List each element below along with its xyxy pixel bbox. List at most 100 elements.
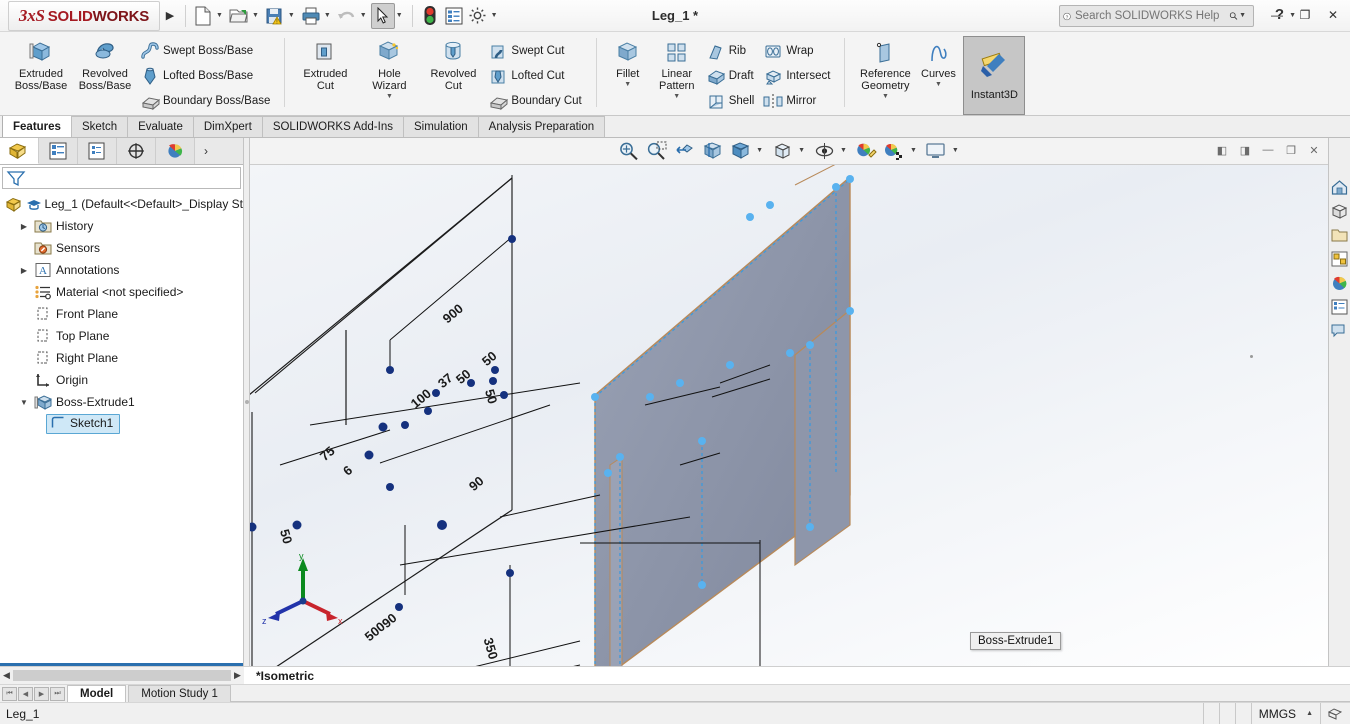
rebuild-button[interactable] — [418, 3, 442, 29]
print-document-button[interactable] — [299, 3, 323, 29]
view-settings-caret[interactable]: ▼ — [951, 138, 963, 164]
solidworks-logo[interactable]: 3xS SOLIDWORKS — [8, 0, 160, 31]
tab-analysis-preparation[interactable]: Analysis Preparation — [477, 116, 606, 137]
save-document-button[interactable]: ! — [263, 3, 287, 29]
fillet-dropdown-caret[interactable]: ▼ — [624, 81, 631, 88]
draft-button[interactable]: Draft — [703, 64, 761, 88]
hole-wizard-button[interactable]: Hole Wizard ▼ — [357, 35, 421, 100]
search-caret[interactable]: ▼ — [1238, 3, 1250, 29]
window-restore-button[interactable]: ❐ — [1292, 4, 1318, 26]
feature-manager-design-tree-tab[interactable] — [0, 138, 39, 164]
print-document-caret[interactable]: ▼ — [323, 3, 335, 29]
tree-item-sketch1[interactable]: Sketch1 — [2, 413, 243, 435]
configuration-manager-tab[interactable] — [78, 138, 117, 164]
revolved-boss-base-button[interactable]: Revolved Boss/Base — [73, 35, 137, 92]
tree-item-sensors[interactable]: Sensors — [2, 237, 243, 259]
solidworks-forum-button[interactable] — [1330, 320, 1350, 342]
study-nav-first[interactable]: ⏮ — [2, 686, 17, 701]
tree-item-front-plane[interactable]: Front Plane — [2, 303, 243, 325]
zoom-to-fit-button[interactable] — [615, 139, 641, 163]
options-caret[interactable]: ▼ — [490, 3, 502, 29]
tab-simulation[interactable]: Simulation — [402, 116, 479, 137]
scroll-right-arrow[interactable]: ▶ — [231, 670, 244, 681]
tree-item-top-plane[interactable]: Top Plane — [2, 325, 243, 347]
tree-item-boss-extrude1[interactable]: ▼ Boss-Extrude1 — [2, 391, 243, 413]
reference-geometry-dropdown-caret[interactable]: ▼ — [882, 93, 889, 100]
viewport-close-button[interactable]: ✕ — [1304, 140, 1324, 160]
display-style-button[interactable] — [769, 139, 795, 163]
tree-expander-history[interactable]: ▶ — [16, 222, 32, 231]
save-document-caret[interactable]: ▼ — [287, 3, 299, 29]
units-caret-icon[interactable]: ▲ — [1306, 710, 1313, 717]
tree-item-material[interactable]: Material <not specified> — [2, 281, 243, 303]
viewport-restore-right-button[interactable]: ◨ — [1235, 140, 1255, 160]
file-explorer-button[interactable] — [1330, 224, 1350, 246]
tab-features[interactable]: Features — [2, 115, 72, 137]
curves-dropdown-caret[interactable]: ▼ — [935, 81, 942, 88]
undo-button[interactable] — [335, 3, 359, 29]
linear-pattern-button[interactable]: Linear Pattern ▼ — [651, 35, 703, 100]
tree-item-annotations[interactable]: ▶ A Annotations — [2, 259, 243, 281]
apply-scene-caret[interactable]: ▼ — [909, 138, 921, 164]
scroll-thumb[interactable] — [13, 670, 231, 681]
new-document-button[interactable] — [191, 3, 215, 29]
select-tool-caret[interactable]: ▼ — [395, 3, 407, 29]
units-selector[interactable]: MMGS ▲ — [1250, 702, 1320, 724]
sketch-overlay-toggle[interactable] — [1320, 702, 1350, 724]
solidworks-resources-button[interactable] — [1330, 176, 1350, 198]
extruded-cut-button[interactable]: Extruded Cut — [293, 35, 357, 92]
custom-properties-button[interactable] — [1330, 296, 1350, 318]
open-document-button[interactable] — [227, 3, 251, 29]
swept-cut-button[interactable]: Swept Cut — [485, 39, 587, 63]
design-library-button[interactable] — [1330, 200, 1350, 222]
tree-expander-boss-extrude[interactable]: ▼ — [16, 398, 32, 407]
extruded-boss-base-button[interactable]: Extruded Boss/Base — [9, 35, 73, 92]
study-nav-next[interactable]: ▶ — [34, 686, 49, 701]
window-close-button[interactable]: ✕ — [1320, 4, 1346, 26]
viewport-restore-button[interactable]: ❐ — [1281, 140, 1301, 160]
apply-scene-button[interactable] — [881, 139, 907, 163]
viewport-restore-left-button[interactable]: ◧ — [1212, 140, 1232, 160]
model-canvas[interactable]: 900 100 37 50 50 75 6 50 90 50 500 90 10… — [250, 165, 1328, 666]
section-view-button[interactable] — [699, 139, 725, 163]
hide-show-items-button[interactable] — [811, 139, 837, 163]
boundary-cut-button[interactable]: Boundary Cut — [485, 89, 587, 113]
tab-dimxpert[interactable]: DimXpert — [192, 116, 263, 137]
dimxpert-manager-tab[interactable] — [117, 138, 156, 164]
tree-item-right-plane[interactable]: Right Plane — [2, 347, 243, 369]
tab-solidworks-add-ins[interactable]: SOLIDWORKS Add-Ins — [261, 116, 404, 137]
tab-sketch[interactable]: Sketch — [70, 116, 129, 137]
swept-boss-base-button[interactable]: Swept Boss/Base — [137, 39, 276, 63]
viewport-minimize-button[interactable]: — — [1258, 140, 1278, 160]
display-manager-tab[interactable] — [156, 138, 195, 164]
feature-manager-more-tabs[interactable]: › — [195, 138, 217, 164]
property-manager-tab[interactable] — [39, 138, 78, 164]
display-style-caret[interactable]: ▼ — [797, 138, 809, 164]
reference-geometry-button[interactable]: Reference Geometry ▼ — [853, 35, 917, 100]
tree-item-origin[interactable]: Origin — [2, 369, 243, 391]
view-settings-button[interactable] — [923, 139, 949, 163]
tree-item-history[interactable]: ▶ History — [2, 215, 243, 237]
zoom-to-area-button[interactable] — [643, 139, 669, 163]
hide-show-caret[interactable]: ▼ — [839, 138, 851, 164]
feature-tree-horizontal-scrollbar[interactable]: ◀ ▶ — [0, 667, 244, 684]
instant3d-button[interactable]: Instant3D — [963, 36, 1026, 115]
tree-item-sketch1-label[interactable]: Sketch1 — [46, 414, 121, 434]
view-orientation-button[interactable] — [727, 139, 753, 163]
undo-caret[interactable]: ▼ — [359, 3, 371, 29]
feature-tree-filter[interactable] — [2, 167, 241, 189]
study-tab-motion-study-1[interactable]: Motion Study 1 — [128, 685, 231, 702]
file-properties-button[interactable] — [442, 3, 466, 29]
mirror-button[interactable]: Mirror — [760, 89, 836, 113]
options-button[interactable] — [466, 3, 490, 29]
lofted-boss-base-button[interactable]: Lofted Boss/Base — [137, 64, 276, 88]
tab-evaluate[interactable]: Evaluate — [127, 116, 194, 137]
appearances-scenes-button[interactable] — [1330, 272, 1350, 294]
scroll-left-arrow[interactable]: ◀ — [0, 670, 13, 681]
view-palette-button[interactable] — [1330, 248, 1350, 270]
edit-appearance-button[interactable] — [853, 139, 879, 163]
graphics-viewport[interactable]: ▼ ▼ ▼ ▼ ▼ ◧ ◨ — ❐ ✕ 900 100 37 50 50 75 … — [250, 138, 1328, 666]
boundary-boss-base-button[interactable]: Boundary Boss/Base — [137, 89, 276, 113]
study-nav-prev[interactable]: ◀ — [18, 686, 33, 701]
hole-wizard-dropdown-caret[interactable]: ▼ — [386, 93, 393, 100]
